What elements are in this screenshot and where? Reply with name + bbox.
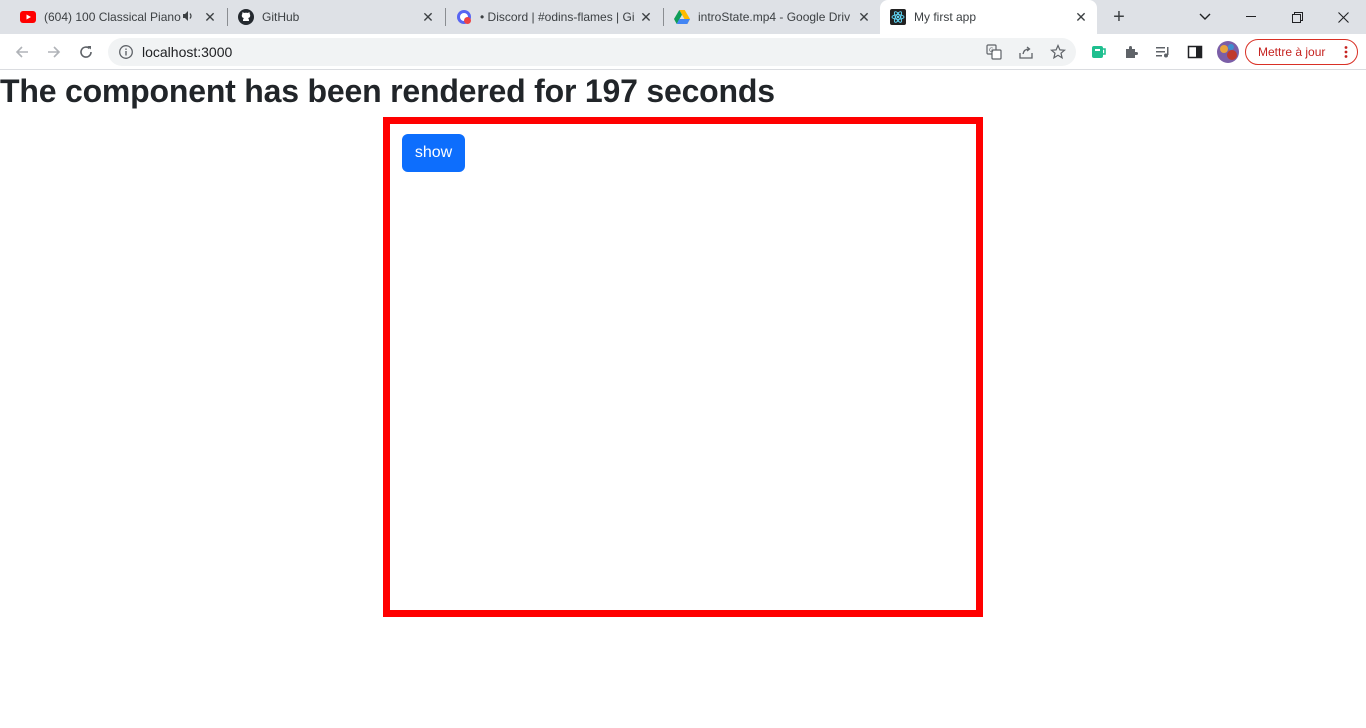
- extension-green-icon[interactable]: [1090, 43, 1108, 61]
- more-menu-icon: [1344, 45, 1348, 59]
- new-tab-button[interactable]: +: [1108, 6, 1130, 28]
- google-drive-icon: [674, 9, 690, 25]
- close-tab-icon[interactable]: ✕: [638, 9, 654, 25]
- bookmark-star-icon[interactable]: [1049, 43, 1067, 60]
- media-queue-icon[interactable]: [1154, 43, 1172, 61]
- reload-icon[interactable]: [74, 40, 98, 64]
- forward-arrow-icon[interactable]: [42, 40, 66, 64]
- component-container: [383, 117, 983, 617]
- tab-title: introState.mp4 - Google Driv: [698, 10, 851, 24]
- page-heading: The component has been rendered for 197 …: [0, 73, 775, 109]
- update-chrome-button[interactable]: Mettre à jour: [1245, 39, 1358, 65]
- close-window-button[interactable]: [1320, 0, 1366, 34]
- back-arrow-icon[interactable]: [10, 40, 34, 64]
- profile-avatar[interactable]: [1217, 41, 1239, 63]
- extensions-puzzle-icon[interactable]: [1122, 43, 1140, 61]
- close-tab-icon[interactable]: ✕: [856, 9, 872, 25]
- tab-title: • Discord | #odins-flames | Gi: [480, 10, 635, 24]
- react-icon: [890, 9, 906, 25]
- tab-title: (604) 100 Classical Piano: [44, 10, 181, 24]
- browser-toolbar: localhost:3000 G Mettre à jour: [0, 34, 1366, 70]
- close-tab-icon[interactable]: ✕: [1073, 9, 1089, 25]
- translate-icon[interactable]: G: [986, 44, 1002, 60]
- svg-text:G: G: [989, 47, 994, 54]
- tab-title: My first app: [914, 10, 977, 24]
- show-button[interactable]: show: [402, 134, 465, 172]
- address-bar[interactable]: localhost:3000 G: [108, 38, 1076, 66]
- close-tab-icon[interactable]: ✕: [420, 9, 436, 25]
- discord-icon: [456, 9, 472, 25]
- share-icon[interactable]: [1018, 44, 1034, 60]
- tab-youtube[interactable]: (604) 100 Classical Piano ✕: [0, 0, 226, 34]
- update-label: Mettre à jour: [1258, 45, 1326, 59]
- tab-search-chevron-icon[interactable]: [1182, 0, 1228, 34]
- minimize-button[interactable]: [1228, 0, 1274, 34]
- tab-title: GitHub: [262, 10, 300, 24]
- close-tab-icon[interactable]: ✕: [202, 9, 218, 25]
- tab-google-drive[interactable]: introState.mp4 - Google Driv ✕: [664, 0, 880, 34]
- audio-playing-icon[interactable]: [182, 10, 196, 25]
- tab-github[interactable]: GitHub ✕: [228, 0, 444, 34]
- youtube-icon: [20, 9, 36, 25]
- url-text[interactable]: localhost:3000: [142, 44, 232, 60]
- site-info-icon[interactable]: [118, 44, 134, 60]
- github-icon: [238, 9, 254, 25]
- tab-discord[interactable]: • Discord | #odins-flames | Gi ✕: [446, 0, 662, 34]
- restore-button[interactable]: [1274, 0, 1320, 34]
- side-panel-icon[interactable]: [1186, 43, 1204, 61]
- tab-my-first-app[interactable]: My first app ✕: [880, 0, 1097, 34]
- tab-strip: (604) 100 Classical Piano ✕ GitHub ✕ • D…: [0, 0, 1366, 34]
